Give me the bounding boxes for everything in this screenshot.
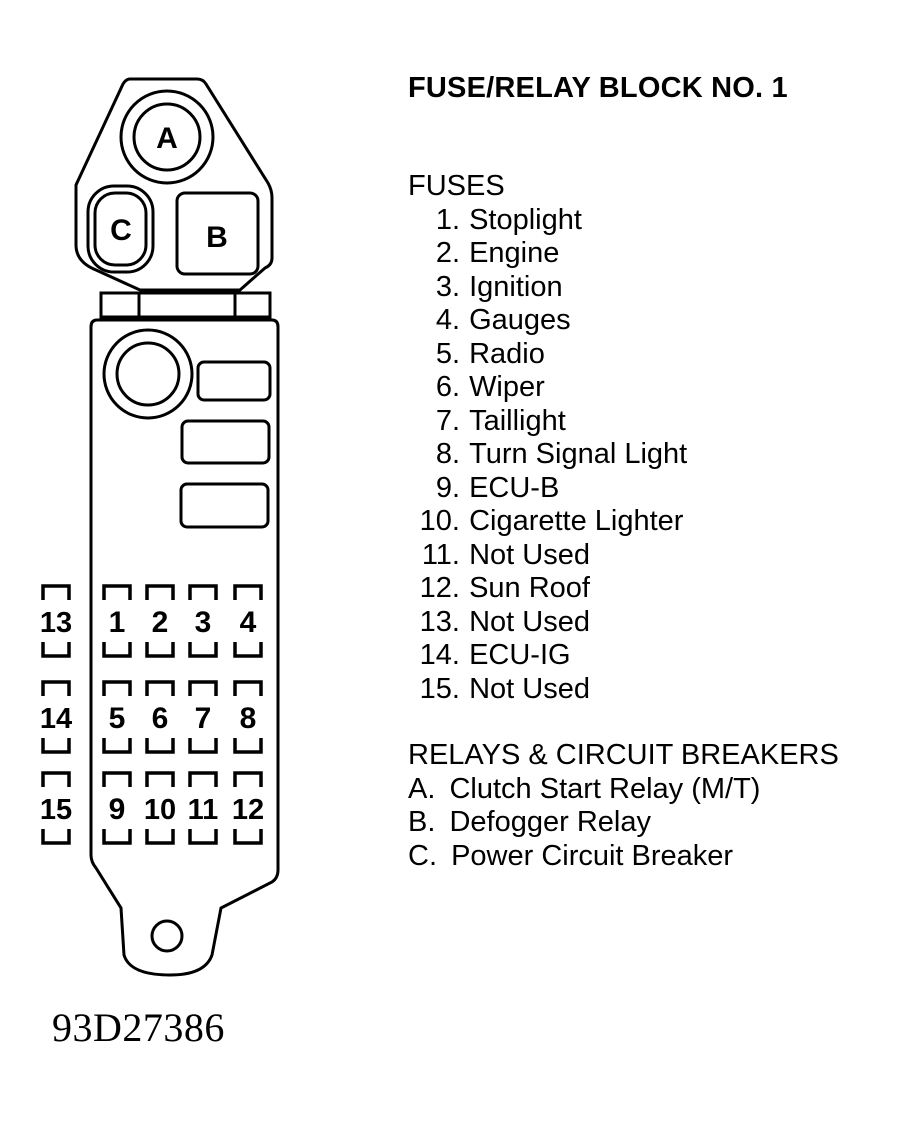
relay-item-label: Clutch Start Relay (M/T) [449,772,761,805]
fuse-slot-number: 13 [40,607,72,639]
fuse-item-number: 11. [421,538,460,571]
fuse-item-label: Engine [469,237,560,269]
fuse-item-label: Not Used [469,672,590,705]
fuse-item-number: 6. [435,371,460,403]
relay-a-label: A [156,122,178,155]
fuse-slot-number: 14 [40,703,72,735]
fuses-heading: FUSES [408,170,505,202]
relay-item: B. Defogger Relay [408,806,908,840]
relay-section: RELAYS & CIRCUIT BREAKERS A. Clutch Star… [408,739,908,873]
fuse-block-body [89,318,280,977]
hinge-right [233,291,272,319]
fuse-slot-bottom-bracket [41,642,71,658]
fuse-item-number: 15. [419,672,460,705]
fuse-block-diagram: A C B 1 2 3 4 5 6 7 8 9 10 11 12 13 14 15 [0,0,340,1000]
fuse-item: 14. ECU-IG [408,639,908,673]
fuse-item-number: 3. [435,270,460,303]
fuse-item: 11. Not Used [408,539,908,573]
fuse-item: 6. Wiper [408,371,908,405]
fuse-item-label: Gauges [469,304,571,336]
fuse-item-label: ECU-IG [469,639,571,671]
legend: FUSE/RELAY BLOCK NO. 1 FUSES 1. Stopligh… [408,70,908,873]
fuse-item-number: 2. [435,237,460,269]
fuse-item-number: 4. [435,304,460,336]
fuse-item-label: Taillight [469,404,566,437]
relay-item: C. Power Circuit Breaker [408,840,908,874]
fuse-slot-number: 7 [195,702,212,735]
fuse-item: 15. Not Used [408,673,908,707]
fuse-slot-number: 15 [40,794,72,826]
fuse-item-label: Ignition [469,270,563,303]
fuse-item: 5. Radio [408,338,908,372]
hinge-center [137,291,237,319]
fuse-slot-bottom-bracket [41,738,71,754]
relay-item-label: Power Circuit Breaker [451,839,734,872]
fuse-slot: 15 [40,771,72,845]
fuse-item-number: 7. [435,404,460,437]
fuse-item-number: 5. [435,337,460,370]
fuse-item-number: 14. [419,639,460,671]
figure-id: 93D27386 [52,1005,225,1050]
fuse-item-number: 1. [435,203,460,236]
hinge-left [99,291,141,319]
fuse-slot-number: 6 [152,702,169,735]
fuse-slot-number: 1 [109,606,126,639]
fuse-item-label: Stoplight [469,203,582,236]
fuse-slot-number: 8 [240,702,257,735]
fuse-item: 13. Not Used [408,606,908,640]
fuse-item: 1. Stoplight [408,204,908,238]
fuse-slot-number: 10 [144,794,176,826]
fuse-slot-number: 2 [152,606,169,639]
relay-list: A. Clutch Start Relay (M/T) B. Defogger R… [408,773,908,874]
fuse-item-number: 13. [419,605,460,638]
relay-item-label: Defogger Relay [449,806,651,838]
fuse-slot: 13 [40,584,72,658]
fuse-item-label: Wiper [469,371,545,403]
relay-c-label: C [110,214,132,247]
fuse-slot-top-bracket [41,771,71,787]
relay-item-number: B. [408,806,436,838]
fuse-slot-number: 9 [109,793,126,826]
fuse-item-number: 9. [435,471,460,504]
fuse-slot-top-bracket [41,584,71,600]
fuse-slot-top-bracket [41,680,71,696]
relay-item-number: C. [408,839,437,872]
fuse-item-label: Not Used [469,538,590,571]
fuse-item: 2. Engine [408,237,908,271]
fuse-item-label: Radio [469,337,545,370]
fuse-slot-bottom-bracket [41,829,71,845]
fuse-item-label: Sun Roof [469,572,590,604]
fuse-item: 7. Taillight [408,405,908,439]
relay-item-number: A. [408,772,436,805]
fuse-item-label: Turn Signal Light [469,438,688,470]
fuse-item: 9. ECU-B [408,472,908,506]
fuse-slot-number: 4 [240,606,257,639]
fuse-list: 1. Stoplight 2. Engine 3. Ignition 4. Gauge… [408,204,908,707]
fuse-slot-number: 5 [109,702,126,735]
fuse-item-label: Cigarette Lighter [469,505,684,537]
legend-title: FUSE/RELAY BLOCK NO. 1 [408,72,788,104]
fuse-section: FUSES 1. Stoplight 2. Engine 3. Ignition 4.… [408,170,908,706]
fuse-item: 3. Ignition [408,271,908,305]
fuse-item: 12. Sun Roof [408,572,908,606]
fuse-slot-number: 12 [232,794,264,826]
relays-heading: RELAYS & CIRCUIT BREAKERS [408,739,839,771]
relay-housing-outline [74,77,274,292]
fuse-item-number: 12. [419,572,460,604]
fuse-item: 8. Turn Signal Light [408,438,908,472]
fuse-item-number: 8. [435,438,460,470]
fuse-item: 10. Cigarette Lighter [408,505,908,539]
relay-item: A. Clutch Start Relay (M/T) [408,773,908,807]
fuse-block-drawing: A C B 1 2 3 45 6 7 89 10 11 12131415 [40,77,280,977]
fuse-item: 4. Gauges [408,304,908,338]
fuse-item-label: ECU-B [469,471,560,504]
fuse-slot-number: 3 [195,606,212,639]
fuse-item-number: 10. [419,505,460,537]
fuse-item-label: Not Used [469,605,590,638]
fuse-slot: 14 [40,680,72,754]
fuse-slot-number: 11 [188,794,219,826]
relay-b-label: B [206,221,228,254]
